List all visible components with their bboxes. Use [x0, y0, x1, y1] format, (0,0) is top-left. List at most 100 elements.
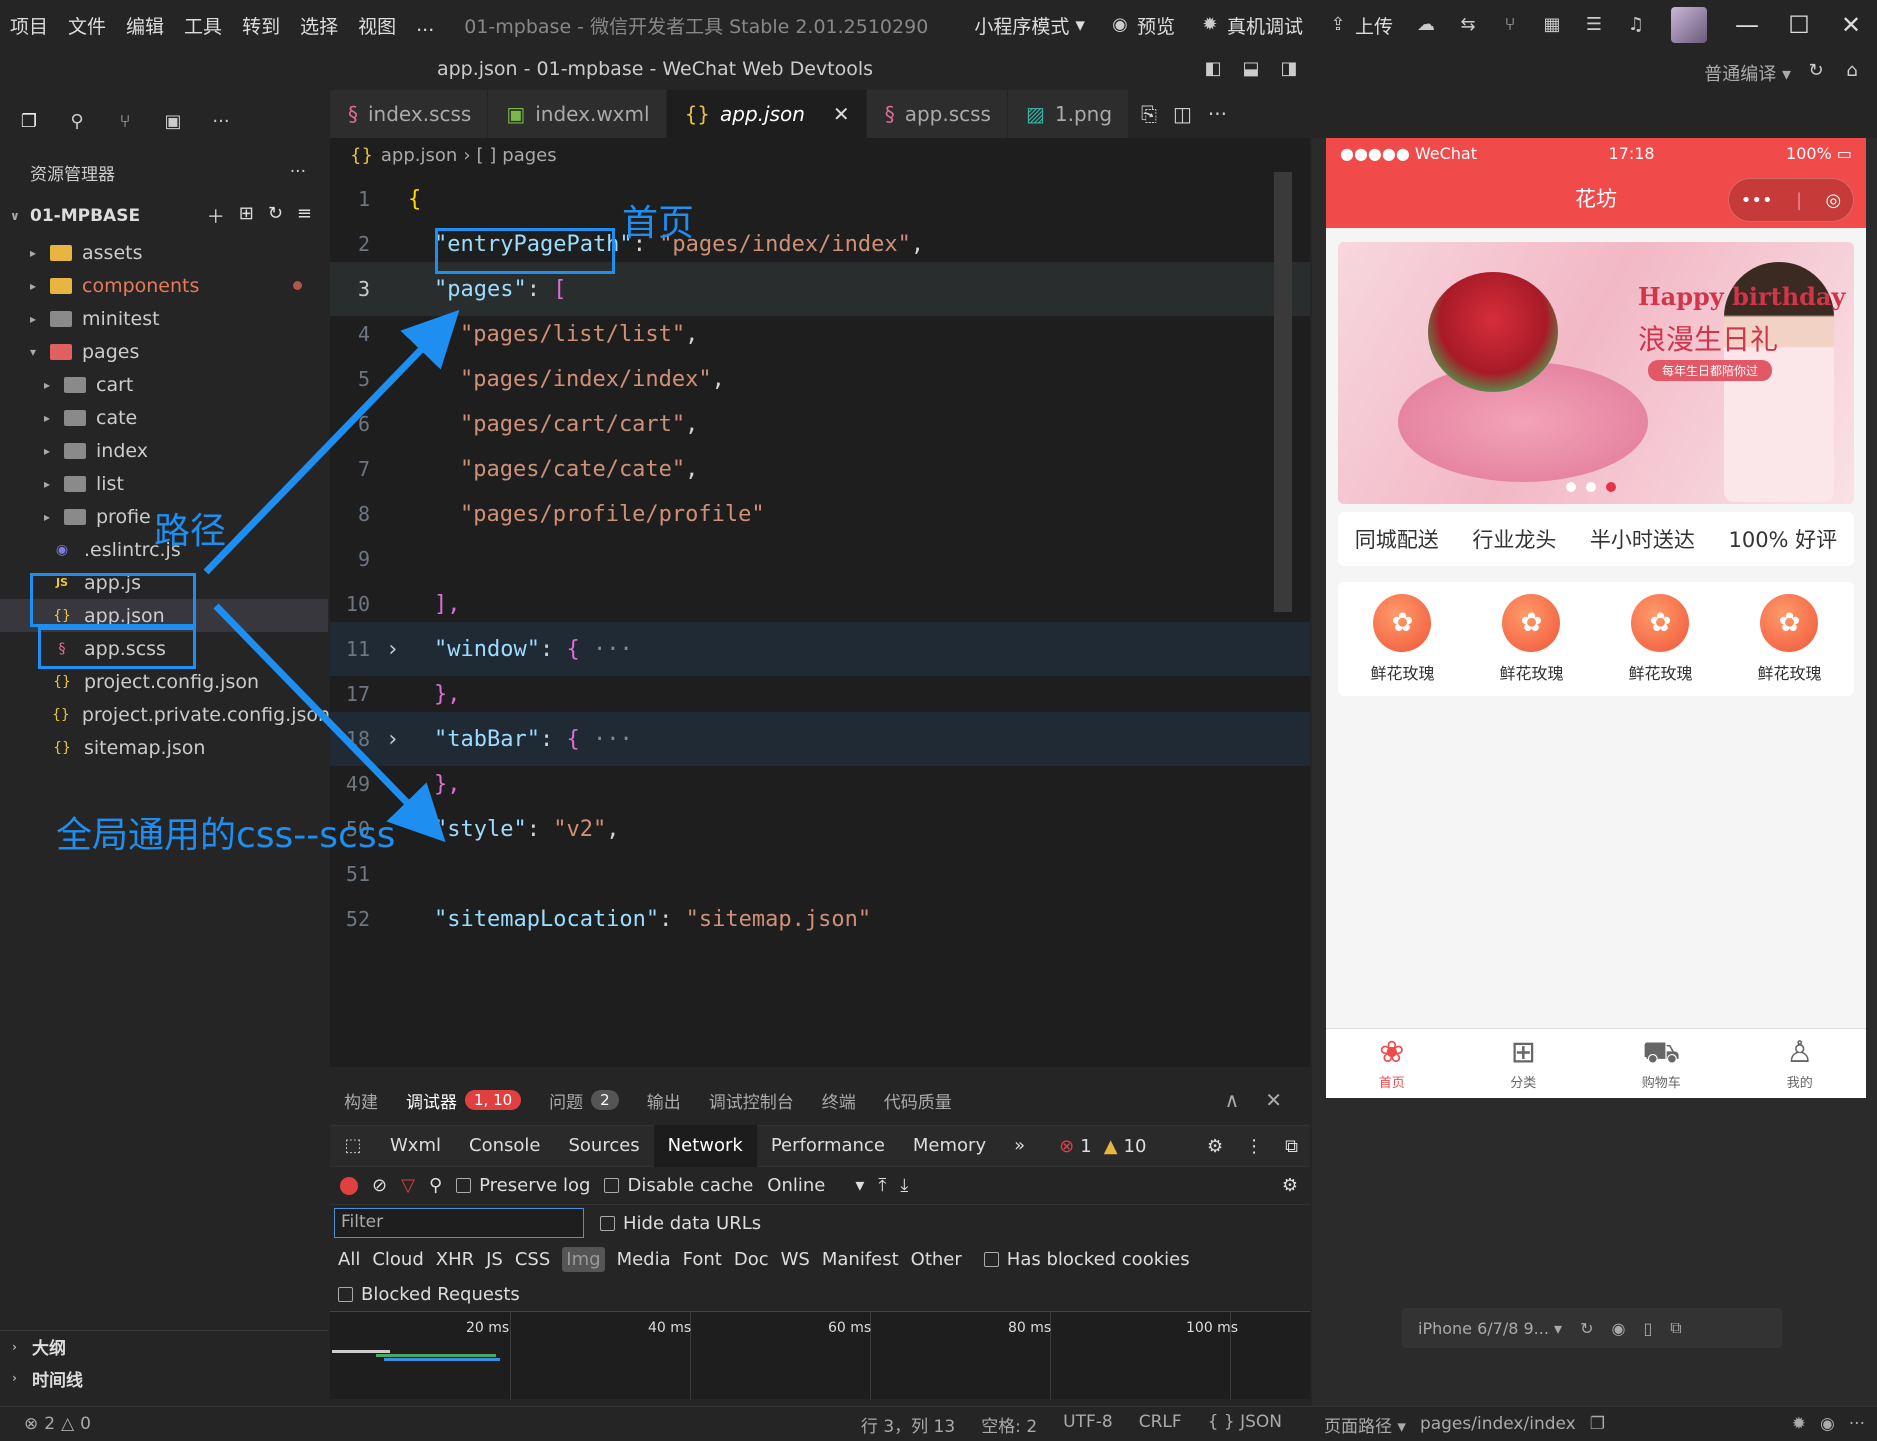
code-editor[interactable]: 1{ 2 "entryPagePath": "pages/index/index"… — [330, 172, 1310, 1067]
source-control-icon[interactable]: ⑂ — [114, 111, 136, 133]
tab-build[interactable]: 构建 — [330, 1088, 392, 1113]
disable-cache-checkbox[interactable]: Disable cache — [604, 1175, 753, 1196]
mode-dropdown[interactable]: 小程序模式 ▾ — [962, 12, 1097, 39]
inspect-icon[interactable]: ⬚ — [342, 1135, 364, 1157]
menu-lines-icon[interactable]: ☰ — [1583, 14, 1605, 36]
menu-more[interactable]: ... — [406, 14, 444, 36]
filter-icon[interactable]: ▽ — [401, 1175, 415, 1196]
type-img[interactable]: Img — [562, 1246, 605, 1272]
devtab-memory[interactable]: Memory — [899, 1125, 1000, 1167]
type-other[interactable]: Other — [911, 1249, 962, 1270]
tree-item-sitemap[interactable]: {} sitemap.json — [0, 731, 328, 764]
tree-item-projconf[interactable]: {} project.config.json — [0, 665, 328, 698]
category-item[interactable]: ✿ 鲜花玫瑰 — [1628, 594, 1693, 684]
tabbar-category[interactable]: ⊞ 分类 — [1510, 1036, 1536, 1092]
encoding[interactable]: UTF-8 — [1063, 1412, 1113, 1437]
cloud-icon[interactable]: ☁ — [1415, 14, 1437, 36]
tree-item-assets[interactable]: ▸ assets — [0, 236, 328, 269]
upload-button[interactable]: ⇪ 上传 — [1315, 12, 1405, 39]
devtab-console[interactable]: Console — [455, 1125, 554, 1167]
undock-icon[interactable]: ⧉ — [1285, 1136, 1298, 1157]
type-doc[interactable]: Doc — [734, 1249, 769, 1270]
menu-select[interactable]: 选择 — [290, 12, 348, 39]
network-overview[interactable]: 20 ms 40 ms 60 ms 80 ms 100 ms — [330, 1311, 1310, 1400]
tab-app-scss[interactable]: § app.scss — [866, 90, 1008, 138]
type-xhr[interactable]: XHR — [436, 1249, 474, 1270]
refresh-icon[interactable]: ↻ — [1805, 60, 1827, 82]
tab-debugger[interactable]: 调试器 1, 10 — [392, 1088, 535, 1113]
blocked-requests-checkbox[interactable]: Blocked Requests — [338, 1284, 520, 1305]
tree-item-index[interactable]: ▸ index — [0, 434, 328, 467]
close-tab-icon[interactable]: ✕ — [833, 102, 850, 126]
tab-problems[interactable]: 问题 2 — [535, 1088, 633, 1113]
category-item[interactable]: ✿ 鲜花玫瑰 — [1499, 594, 1564, 684]
menu-goto[interactable]: 转到 — [232, 12, 290, 39]
fold-chevron-icon[interactable]: › — [386, 727, 399, 752]
fold-ellipsis[interactable]: ··· — [593, 727, 633, 752]
type-ws[interactable]: WS — [781, 1249, 810, 1270]
devtab-wxml[interactable]: Wxml — [376, 1125, 455, 1167]
tab-1-png[interactable]: ▨ 1.png — [1007, 90, 1130, 138]
extensions-icon[interactable]: ▣ — [162, 111, 184, 133]
timeline-section[interactable]: › 时间线 — [0, 1362, 328, 1394]
tree-item-list[interactable]: ▸ list — [0, 467, 328, 500]
phone-screen[interactable]: ●●●●● WeChat 17:18 100% ▭ 花坊 ••• | ◎ Hap… — [1326, 138, 1866, 1098]
type-cloud[interactable]: Cloud — [372, 1249, 423, 1270]
export-har-icon[interactable]: ⤓ — [900, 1175, 908, 1196]
network-settings-icon[interactable]: ⚙ — [1282, 1175, 1310, 1196]
capsule-close-icon[interactable]: ◎ — [1826, 190, 1842, 211]
search-icon[interactable]: ⚲ — [66, 111, 88, 133]
toggle-panel-icon[interactable]: ⬓ — [1240, 58, 1262, 80]
bug-icon[interactable]: ✹ — [1792, 1414, 1806, 1434]
swiper-dot-active[interactable] — [1606, 482, 1616, 492]
import-har-icon[interactable]: ⤒ — [878, 1175, 886, 1196]
menu-edit[interactable]: 编辑 — [116, 12, 174, 39]
tree-item-minitest[interactable]: ▸ minitest — [0, 302, 328, 335]
tab-app-json[interactable]: {} app.json ✕ — [666, 90, 867, 138]
real-debug-button[interactable]: ✹ 真机调试 — [1187, 12, 1315, 39]
devtab-performance[interactable]: Performance — [757, 1125, 899, 1167]
minimize-button[interactable]: — — [1721, 11, 1773, 39]
throttle-select[interactable]: Online ▾ — [767, 1175, 864, 1196]
menu-view[interactable]: 视图 — [348, 12, 406, 39]
rotate-icon[interactable]: ↻ — [1580, 1319, 1593, 1338]
tab-output[interactable]: 输出 — [633, 1088, 695, 1113]
breadcrumb-file[interactable]: app.json — [381, 145, 457, 166]
outline-section[interactable]: › 大纲 — [0, 1330, 328, 1362]
stop-icon[interactable]: ◉ — [1611, 1319, 1625, 1338]
more-actions-icon[interactable]: ··· — [1208, 102, 1227, 126]
tree-item-cart[interactable]: ▸ cart — [0, 368, 328, 401]
has-blocked-cookies-checkbox[interactable]: Has blocked cookies — [983, 1249, 1190, 1270]
tab-debug-console[interactable]: 调试控制台 — [695, 1088, 808, 1113]
swap-icon[interactable]: ⇆ — [1457, 14, 1479, 36]
branch-icon[interactable]: ⑂ — [1499, 14, 1521, 36]
type-manifest[interactable]: Manifest — [822, 1249, 899, 1270]
eye-icon[interactable]: ◉ — [1820, 1414, 1835, 1434]
record-icon[interactable] — [340, 1176, 358, 1195]
editor-scrollbar[interactable] — [1274, 172, 1292, 612]
project-root[interactable]: ∨ 01-MPBASE ＋ ⊞ ↻ ≡ — [0, 198, 328, 234]
type-css[interactable]: CSS — [515, 1249, 550, 1270]
tabbar-profile[interactable]: ♙ 我的 — [1786, 1036, 1813, 1092]
line-ending[interactable]: CRLF — [1139, 1412, 1182, 1437]
indentation[interactable]: 空格: 2 — [981, 1412, 1037, 1437]
hide-data-urls-checkbox[interactable]: Hide data URLs — [600, 1213, 761, 1234]
filter-input[interactable]: Filter — [334, 1208, 584, 1238]
preview-button[interactable]: ◉ 预览 — [1097, 12, 1187, 39]
tab-index-wxml[interactable]: ▣ index.wxml — [488, 90, 667, 138]
close-window-button[interactable]: ✕ — [1825, 11, 1877, 39]
kebab-menu-icon[interactable]: ⋮ — [1245, 1136, 1263, 1157]
menu-file[interactable]: 文件 — [58, 12, 116, 39]
capsule-more-icon[interactable]: ••• — [1741, 190, 1773, 211]
menu-project[interactable]: 项目 — [0, 12, 58, 39]
phone-icon[interactable]: ▯ — [1643, 1319, 1652, 1338]
swiper-dot[interactable] — [1586, 482, 1596, 492]
clear-cache-icon[interactable]: ⌂ — [1841, 60, 1863, 82]
category-item[interactable]: ✿ 鲜花玫瑰 — [1370, 594, 1435, 684]
tree-item-cate[interactable]: ▸ cate — [0, 401, 328, 434]
layout-icon[interactable]: ▦ — [1541, 14, 1563, 36]
breadcrumb-node[interactable]: pages — [502, 145, 556, 166]
category-item[interactable]: ✿ 鲜花玫瑰 — [1757, 594, 1822, 684]
type-js[interactable]: JS — [486, 1249, 503, 1270]
search-icon[interactable]: ⚲ — [429, 1175, 442, 1196]
